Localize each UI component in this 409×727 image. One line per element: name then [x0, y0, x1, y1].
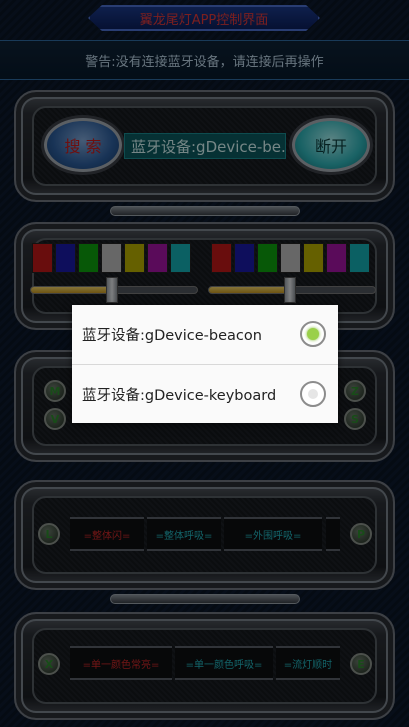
app-screen: 翼龙尾灯APP控制界面 警告:没有连接蓝牙设备，请连接后再操作 搜 索 蓝牙设备…: [0, 0, 409, 727]
device-select-dialog: 蓝牙设备:gDevice-beacon 蓝牙设备:gDevice-keyboar…: [72, 305, 338, 423]
radio-selected-icon[interactable]: [300, 321, 326, 347]
radio-unselected-icon[interactable]: [300, 381, 326, 407]
device-option-keyboard[interactable]: 蓝牙设备:gDevice-keyboard: [72, 365, 338, 423]
device-option-beacon[interactable]: 蓝牙设备:gDevice-beacon: [72, 305, 338, 363]
